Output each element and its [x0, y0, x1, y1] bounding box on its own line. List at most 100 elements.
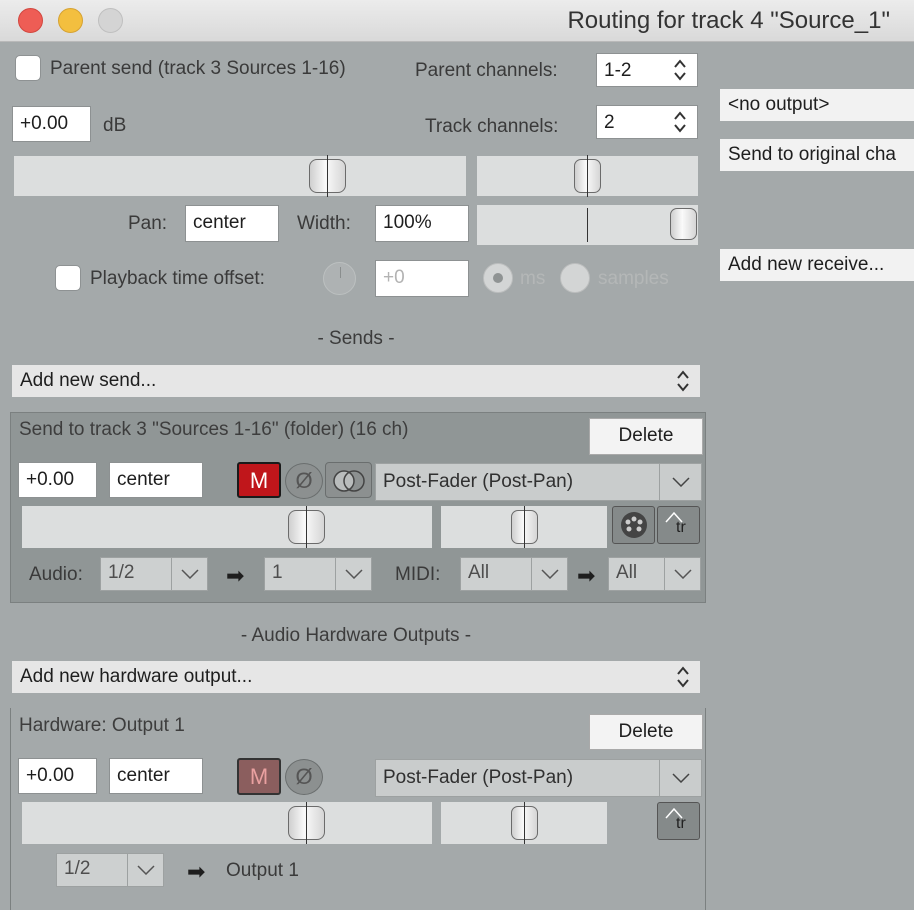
chevron-svg — [180, 569, 199, 579]
hardware-pan-input[interactable]: center — [109, 758, 203, 794]
send-mute-button[interactable]: M — [237, 462, 281, 498]
samples-radio[interactable] — [560, 263, 590, 293]
pan-label: Pan: — [128, 213, 168, 234]
track-channels-select[interactable]: 2 — [596, 105, 698, 139]
add-receive-dropdown[interactable]: Add new receive... — [720, 249, 914, 281]
hardware-output-label: Output 1 — [226, 860, 299, 881]
hardware-volume-slider[interactable] — [22, 802, 432, 844]
title-bar: Routing for track 4 "Source_1" — [0, 0, 914, 42]
offset-input[interactable]: +0 — [375, 260, 469, 297]
pan-slider-handle[interactable] — [574, 155, 601, 197]
hardware-phase-button[interactable]: Ø — [285, 759, 323, 795]
width-center-line — [587, 208, 588, 242]
audio-source-dropdown[interactable]: 1/2 — [100, 557, 208, 591]
hardware-channel-dropdown[interactable]: 1/2 — [56, 853, 164, 887]
chevron-down-icon — [171, 558, 207, 590]
midi-dest-value: All — [616, 562, 638, 583]
send-volume-input[interactable]: +0.00 — [18, 462, 97, 498]
audio-dest-dropdown[interactable]: 1 — [264, 557, 372, 591]
chevron-down-icon — [531, 558, 567, 590]
midi-source-value: All — [468, 562, 490, 583]
audio-label: Audio: — [29, 564, 83, 585]
hardware-mode-value: Post-Fader (Post-Pan) — [383, 767, 574, 788]
hardware-mute-button[interactable]: M — [237, 758, 281, 795]
parent-send-label: Parent send (track 3 Sources 1-16) — [50, 58, 346, 79]
updown-icon — [674, 59, 686, 81]
hardware-pan-slider[interactable] — [441, 802, 607, 844]
offset-knob[interactable] — [323, 262, 356, 295]
send-volume-slider[interactable] — [22, 506, 432, 548]
midi-dest-dropdown[interactable]: All — [608, 557, 701, 591]
send-pan-slider[interactable] — [441, 506, 607, 548]
add-send-dropdown[interactable]: Add new send... — [12, 365, 700, 397]
hardware-pan-handle[interactable] — [511, 802, 538, 844]
chevron-down-icon — [335, 558, 371, 590]
stereo-circles-icon — [333, 470, 365, 492]
arrow-right-icon: ➡ — [187, 859, 206, 884]
chevron-down-icon — [664, 558, 700, 590]
chevron-down-icon — [659, 464, 701, 500]
chevron-svg — [671, 477, 690, 487]
volume-slider-handle[interactable] — [309, 155, 346, 197]
radio-dot — [493, 273, 503, 283]
send-pan-input[interactable]: center — [109, 462, 203, 498]
send-delete-button[interactable]: Delete — [589, 418, 703, 455]
track-channels-label: Track channels: — [425, 116, 559, 137]
pan-input[interactable]: center — [185, 205, 279, 242]
envelope-tr-label: tr — [676, 815, 686, 832]
add-send-label: Add new send... — [20, 370, 157, 391]
send-mono-stereo-button[interactable] — [325, 462, 372, 498]
ms-radio[interactable] — [483, 263, 513, 293]
playback-offset-label: Playback time offset: — [90, 268, 265, 289]
send-midi-button[interactable] — [612, 506, 655, 544]
hardware-delete-button[interactable]: Delete — [589, 714, 703, 750]
hardware-volume-input[interactable]: +0.00 — [18, 758, 97, 794]
send-mode-value: Post-Fader (Post-Pan) — [383, 471, 574, 492]
track-channels-value: 2 — [604, 112, 615, 133]
parent-channels-select[interactable]: 1-2 — [596, 53, 698, 87]
hardware-title: Hardware: Output 1 — [19, 715, 185, 736]
send-volume-handle[interactable] — [288, 506, 325, 548]
midi-source-dropdown[interactable]: All — [460, 557, 568, 591]
arrow-right-icon: ➡ — [577, 563, 596, 588]
parent-channels-label: Parent channels: — [415, 60, 558, 81]
hardware-volume-handle[interactable] — [288, 802, 325, 844]
chevron-down-icon — [659, 760, 701, 796]
width-label: Width: — [297, 213, 351, 234]
send-phase-button[interactable]: Ø — [285, 463, 323, 499]
send-envelope-button[interactable]: tr — [657, 506, 700, 544]
volume-unit-label: dB — [103, 115, 127, 136]
track-volume-input[interactable]: +0.00 — [12, 106, 91, 142]
audio-dest-value: 1 — [272, 562, 283, 583]
chevron-svg — [673, 569, 692, 579]
parent-channels-value: 1-2 — [604, 60, 632, 81]
updown-icon — [674, 111, 686, 133]
window-title: Routing for track 4 "Source_1" — [567, 7, 890, 34]
width-slider[interactable] — [477, 205, 698, 245]
hardware-header: - Audio Hardware Outputs - — [240, 625, 472, 646]
knob-indicator — [340, 267, 341, 278]
updown-icon — [677, 370, 689, 392]
playback-offset-checkbox[interactable] — [55, 265, 81, 291]
samples-label: samples — [598, 268, 669, 289]
envelope-tr-label: tr — [676, 519, 686, 536]
parent-send-checkbox[interactable] — [15, 55, 41, 81]
hardware-envelope-button[interactable]: tr — [657, 802, 700, 840]
send-pan-handle[interactable] — [511, 506, 538, 548]
updown-icon — [677, 666, 689, 688]
pan-slider[interactable] — [477, 155, 698, 197]
width-input[interactable]: 100% — [375, 205, 469, 242]
volume-slider[interactable] — [14, 155, 466, 197]
output-dropdown[interactable]: <no output> — [720, 89, 914, 121]
chevron-svg — [344, 569, 363, 579]
sends-header: - Sends - — [317, 328, 395, 349]
send-title: Send to track 3 "Sources 1-16" (folder) … — [19, 419, 409, 440]
send-mode-dropdown[interactable]: Post-Fader (Post-Pan) — [375, 463, 702, 501]
arrow-right-icon: ➡ — [226, 563, 245, 588]
add-hardware-dropdown[interactable]: Add new hardware output... — [12, 661, 700, 693]
chevron-down-icon — [127, 854, 163, 886]
add-hardware-label: Add new hardware output... — [20, 666, 253, 687]
hardware-mode-dropdown[interactable]: Post-Fader (Post-Pan) — [375, 759, 702, 797]
width-slider-handle[interactable] — [670, 208, 697, 240]
send-original-dropdown[interactable]: Send to original cha — [720, 139, 914, 171]
